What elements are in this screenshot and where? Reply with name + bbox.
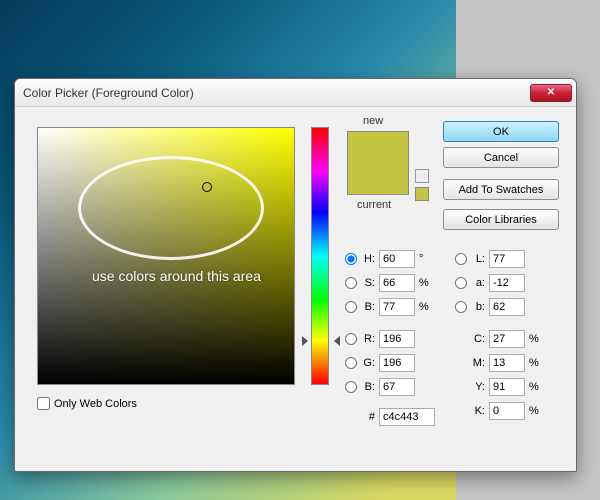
hex-label: # xyxy=(361,411,375,423)
hex-input[interactable] xyxy=(379,408,435,426)
hue-slider[interactable] xyxy=(311,127,329,385)
only-web-colors-row[interactable]: Only Web Colors xyxy=(37,397,137,410)
saturation-brightness-field[interactable]: use colors around this area xyxy=(37,127,295,385)
cyan-input[interactable] xyxy=(489,330,525,348)
annotation-circle xyxy=(78,156,264,260)
green-label: G: xyxy=(361,357,375,369)
saturation-radio[interactable] xyxy=(345,277,357,289)
lab-a-input[interactable] xyxy=(489,274,525,292)
lab-a-radio[interactable] xyxy=(455,277,467,289)
saturation-row: S: % xyxy=(345,273,429,293)
hue-input[interactable] xyxy=(379,250,415,268)
black-row: K: % xyxy=(455,401,539,421)
color-field-cursor[interactable] xyxy=(202,182,212,192)
add-to-swatches-button[interactable]: Add To Swatches xyxy=(443,179,559,200)
cancel-button[interactable]: Cancel xyxy=(443,147,559,168)
dialog-title: Color Picker (Foreground Color) xyxy=(23,86,530,100)
hue-radio[interactable] xyxy=(345,253,357,265)
red-input[interactable] xyxy=(379,330,415,348)
green-row: G: xyxy=(345,353,429,373)
black-label: K: xyxy=(471,405,485,417)
websafe-swatch[interactable] xyxy=(415,187,429,201)
titlebar[interactable]: Color Picker (Foreground Color) ✕ xyxy=(15,79,576,107)
black-input[interactable] xyxy=(489,402,525,420)
blue-radio[interactable] xyxy=(345,381,357,393)
color-libraries-button[interactable]: Color Libraries xyxy=(443,209,559,230)
red-row: R: xyxy=(345,329,429,349)
hue-row: H: ° xyxy=(345,249,429,269)
cyan-row: C: % xyxy=(455,329,539,349)
blue-input[interactable] xyxy=(379,378,415,396)
brightness-label: B: xyxy=(361,301,375,313)
current-color-swatch[interactable] xyxy=(348,163,408,194)
cyan-unit: % xyxy=(529,333,539,345)
close-button[interactable]: ✕ xyxy=(530,84,572,102)
hue-unit: ° xyxy=(419,253,429,265)
red-radio[interactable] xyxy=(345,333,357,345)
lab-b-label: b: xyxy=(471,301,485,313)
only-web-colors-checkbox[interactable] xyxy=(37,397,50,410)
hex-row: # xyxy=(361,407,435,427)
magenta-unit: % xyxy=(529,357,539,369)
brightness-unit: % xyxy=(419,301,429,313)
new-color-label: new xyxy=(363,115,383,127)
green-radio[interactable] xyxy=(345,357,357,369)
magenta-row: M: % xyxy=(455,353,539,373)
blue-row: B: xyxy=(345,377,429,397)
hue-label: H: xyxy=(361,253,375,265)
lab-l-input[interactable] xyxy=(489,250,525,268)
gamut-warning-icon[interactable] xyxy=(415,169,429,183)
yellow-input[interactable] xyxy=(489,378,525,396)
magenta-label: M: xyxy=(471,357,485,369)
blue-label: B: xyxy=(361,381,375,393)
new-color-swatch xyxy=(348,132,408,163)
yellow-unit: % xyxy=(529,381,539,393)
yellow-row: Y: % xyxy=(455,377,539,397)
brightness-input[interactable] xyxy=(379,298,415,316)
color-preview xyxy=(347,131,409,195)
green-input[interactable] xyxy=(379,354,415,372)
cyan-label: C: xyxy=(471,333,485,345)
yellow-label: Y: xyxy=(471,381,485,393)
red-label: R: xyxy=(361,333,375,345)
lab-b-input[interactable] xyxy=(489,298,525,316)
only-web-colors-label: Only Web Colors xyxy=(54,398,137,410)
lab-a-label: a: xyxy=(471,277,485,289)
lab-b-row: b: xyxy=(455,297,539,317)
saturation-label: S: xyxy=(361,277,375,289)
lab-l-row: L: xyxy=(455,249,539,269)
magenta-input[interactable] xyxy=(489,354,525,372)
brightness-row: B: % xyxy=(345,297,429,317)
lab-b-radio[interactable] xyxy=(455,301,467,313)
brightness-radio[interactable] xyxy=(345,301,357,313)
saturation-unit: % xyxy=(419,277,429,289)
ok-button[interactable]: OK xyxy=(443,121,559,142)
black-unit: % xyxy=(529,405,539,417)
lab-l-radio[interactable] xyxy=(455,253,467,265)
close-icon: ✕ xyxy=(547,87,555,98)
color-picker-dialog: Color Picker (Foreground Color) ✕ use co… xyxy=(14,78,577,472)
saturation-input[interactable] xyxy=(379,274,415,292)
dialog-body: use colors around this area new current … xyxy=(15,107,576,471)
lab-a-row: a: xyxy=(455,273,539,293)
current-color-label: current xyxy=(357,199,391,211)
annotation-text: use colors around this area xyxy=(92,268,261,284)
lab-l-label: L: xyxy=(471,253,485,265)
